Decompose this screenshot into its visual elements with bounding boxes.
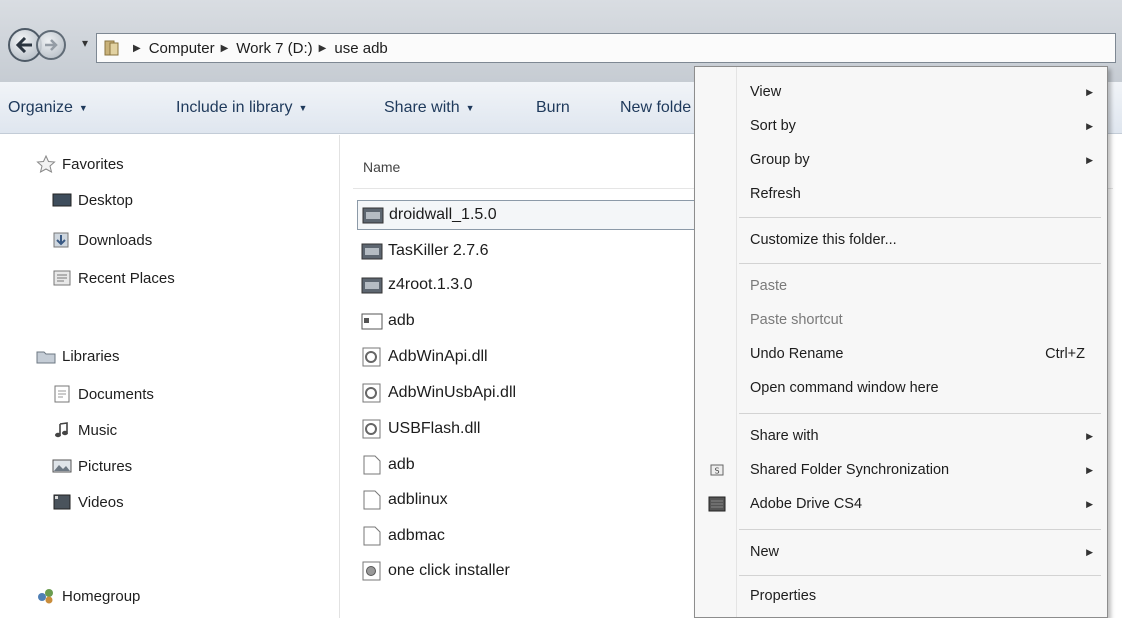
file-item[interactable]: adbmac — [357, 521, 697, 551]
nav-item-desktop[interactable]: Desktop — [52, 191, 133, 209]
nav-item-downloads[interactable]: Downloads — [52, 231, 152, 249]
menu-separator — [739, 413, 1101, 414]
shortcut-text: Ctrl+Z — [1045, 346, 1085, 362]
menu-item-properties[interactable]: Properties — [695, 579, 1107, 613]
svg-text:S: S — [714, 467, 719, 476]
menu-item-customize-folder[interactable]: Customize this folder... — [695, 223, 1107, 257]
recent-pages-dropdown-icon[interactable]: ▾ — [82, 36, 88, 50]
navigation-pane: Favorites Desktop Downloads Recent Place… — [0, 135, 340, 618]
menu-item-share-with[interactable]: Share with ▶ — [695, 419, 1107, 453]
menu-item-paste: Paste — [750, 278, 788, 294]
breadcrumb-arrow-icon: ▶ — [220, 42, 229, 54]
dropdown-arrow-icon: ▼ — [465, 103, 475, 113]
submenu-arrow-icon: ▶ — [1086, 498, 1093, 509]
menu-item-new[interactable]: New ▶ — [695, 535, 1107, 569]
dropdown-arrow-icon: ▼ — [78, 103, 88, 113]
dll-file-icon — [362, 347, 381, 367]
file-item[interactable]: adb — [357, 306, 697, 336]
downloads-icon — [53, 232, 69, 248]
forward-arrow-icon — [45, 39, 58, 51]
menu-separator — [739, 263, 1101, 264]
batch-file-icon — [362, 561, 381, 581]
file-item[interactable]: AdbWinUsbApi.dll — [357, 378, 697, 408]
menu-item-paste-shortcut: Paste shortcut — [750, 312, 843, 328]
homegroup-icon — [38, 589, 53, 604]
forward-button[interactable] — [36, 30, 66, 60]
breadcrumb-item[interactable]: ▶ Work 7 (D:) — [215, 40, 313, 57]
adobe-drive-icon — [708, 496, 726, 512]
apk-file-icon — [361, 277, 383, 294]
organize-button[interactable]: Organize ▼ — [8, 82, 88, 134]
column-header-name[interactable]: Name — [363, 159, 400, 175]
file-item[interactable]: z4root.1.3.0 — [357, 270, 697, 300]
folder-icon — [104, 40, 119, 56]
music-icon — [55, 422, 68, 438]
menu-item-open-command-window[interactable]: Open command window here — [695, 371, 1107, 405]
sync-icon: S — [710, 464, 724, 476]
pictures-icon — [52, 459, 72, 473]
nav-item-documents[interactable]: Documents — [52, 385, 154, 403]
apk-file-icon — [361, 243, 383, 260]
dll-file-icon — [362, 419, 381, 439]
include-in-library-button[interactable]: Include in library ▼ — [176, 82, 307, 134]
menu-separator — [739, 529, 1101, 530]
breadcrumb-item[interactable]: ▶ Computer — [127, 40, 215, 57]
menu-item-view[interactable]: View ▶ — [695, 75, 1107, 109]
address-bar[interactable]: ▶ Computer ▶ Work 7 (D:) ▶ use adb — [96, 33, 1116, 63]
menu-item-sort-by[interactable]: Sort by ▶ — [695, 109, 1107, 143]
nav-item-videos[interactable]: Videos — [52, 493, 124, 511]
submenu-arrow-icon: ▶ — [1086, 86, 1093, 97]
submenu-arrow-icon: ▶ — [1086, 430, 1093, 441]
menu-item-undo-rename[interactable]: Undo Rename Ctrl+Z — [695, 337, 1107, 371]
nav-item-libraries[interactable]: Libraries — [36, 347, 120, 365]
apk-file-icon — [362, 207, 384, 224]
star-icon — [36, 155, 56, 173]
menu-separator — [739, 217, 1101, 218]
menu-item-refresh[interactable]: Refresh — [695, 177, 1107, 211]
file-item[interactable]: USBFlash.dll — [357, 414, 697, 444]
back-arrow-icon — [16, 37, 32, 53]
file-item[interactable]: adb — [357, 450, 697, 480]
executable-icon — [361, 313, 383, 330]
blank-file-icon — [363, 455, 381, 475]
nav-item-homegroup[interactable]: Homegroup — [36, 587, 140, 605]
blank-file-icon — [363, 526, 381, 546]
submenu-arrow-icon: ▶ — [1086, 464, 1093, 475]
documents-icon — [54, 385, 70, 403]
submenu-arrow-icon: ▶ — [1086, 546, 1093, 557]
breadcrumb-item[interactable]: ▶ use adb — [313, 40, 388, 57]
recent-places-icon — [53, 270, 71, 286]
file-item[interactable]: adblinux — [357, 485, 697, 515]
context-menu: View ▶ Sort by ▶ Group by ▶ Refresh Cust… — [694, 66, 1108, 618]
nav-item-favorites[interactable]: Favorites — [36, 155, 124, 173]
breadcrumb-arrow-icon: ▶ — [133, 42, 141, 54]
file-item[interactable]: TasKiller 2.7.6 — [357, 236, 697, 266]
menu-separator — [739, 575, 1101, 576]
burn-button[interactable]: Burn — [536, 82, 570, 134]
libraries-icon — [36, 351, 56, 364]
new-folder-button[interactable]: New folde — [620, 82, 691, 134]
nav-item-recent-places[interactable]: Recent Places — [52, 269, 175, 287]
share-with-button[interactable]: Share with ▼ — [384, 82, 475, 134]
submenu-arrow-icon: ▶ — [1086, 120, 1093, 131]
menu-item-adobe-drive[interactable]: Adobe Drive CS4 ▶ — [695, 487, 1107, 521]
dropdown-arrow-icon: ▼ — [298, 103, 308, 113]
menu-item-shared-folder-sync[interactable]: S Shared Folder Synchronization ▶ — [695, 453, 1107, 487]
desktop-icon — [52, 193, 72, 207]
videos-icon — [53, 494, 71, 510]
file-item[interactable]: AdbWinApi.dll — [357, 342, 697, 372]
breadcrumb-arrow-icon: ▶ — [318, 42, 327, 54]
menu-item-group-by[interactable]: Group by ▶ — [695, 143, 1107, 177]
file-item[interactable]: droidwall_1.5.0 — [357, 200, 697, 230]
submenu-arrow-icon: ▶ — [1086, 154, 1093, 165]
blank-file-icon — [363, 490, 381, 510]
file-item[interactable]: one click installer — [357, 556, 697, 586]
dll-file-icon — [362, 383, 381, 403]
nav-item-pictures[interactable]: Pictures — [52, 457, 132, 475]
nav-item-music[interactable]: Music — [52, 421, 117, 439]
